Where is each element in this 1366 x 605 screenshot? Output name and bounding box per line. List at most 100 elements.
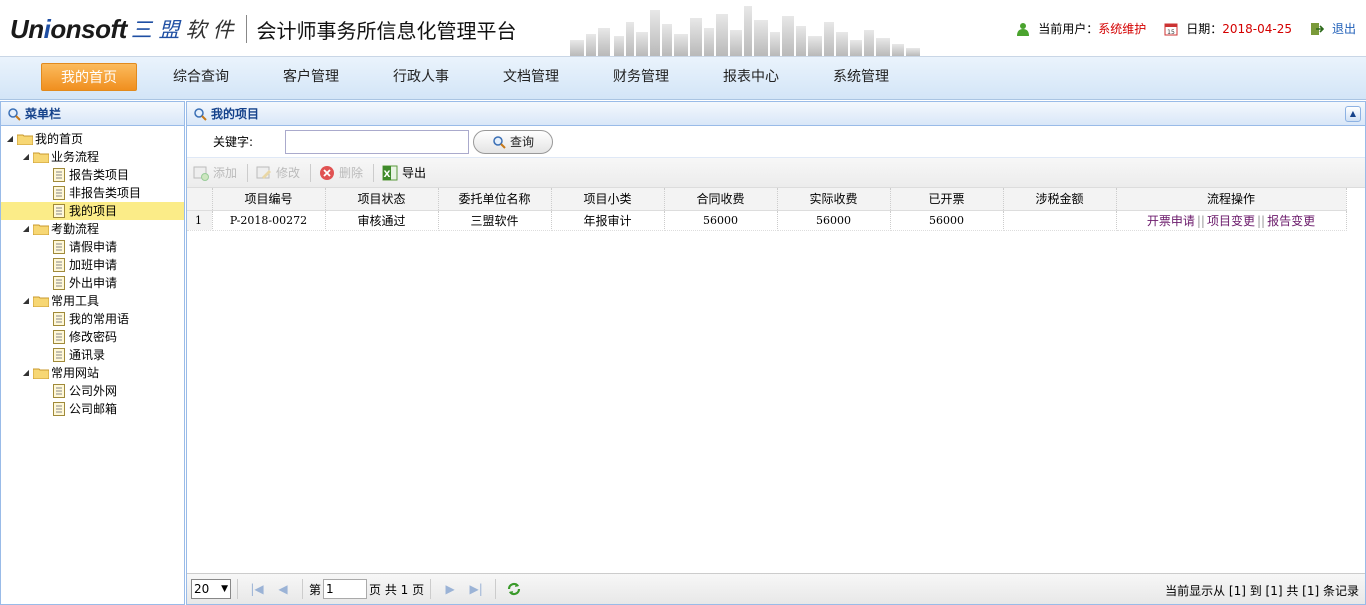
expand-arrow-icon[interactable]: ◢ [21, 364, 31, 382]
refresh-icon[interactable] [506, 581, 522, 597]
pagination-info: 当前显示从 [1] 到 [1] 共 [1] 条记录 [1165, 584, 1359, 598]
keyword-label: 关键字: [213, 135, 254, 149]
pagination-bar: 20 ▼ |◀ ◀ 第 1 页 共 1 页 ▶ ▶| 当前显示从 [1] 到 [1… [187, 573, 1365, 604]
search-bar: 关键字: 查询 [187, 126, 1365, 158]
tree-leaf-outing[interactable]: 外出申请 [1, 274, 184, 292]
next-page-icon[interactable]: ▶ [441, 580, 459, 598]
tree-leaf-phrases[interactable]: 我的常用语 [1, 310, 184, 328]
workflow-ops-cell: 开票申请 || 项目变更 || 报告变更 [1116, 210, 1347, 231]
folder-icon [33, 152, 49, 163]
edit-icon [256, 166, 272, 179]
tree-node-attendance[interactable]: ◢ 考勤流程 [1, 220, 184, 238]
tree-leaf-my-projects[interactable]: 我的项目 [1, 202, 184, 220]
search-icon [194, 107, 207, 121]
delete-button[interactable]: 删除 [319, 164, 363, 181]
actual-fee-cell: 56000 [777, 210, 891, 231]
logo-chinese-software: 软件 [185, 18, 240, 42]
prev-page-icon[interactable]: ◀ [274, 580, 292, 598]
add-button[interactable]: 添加 [193, 164, 237, 181]
add-icon [193, 166, 209, 181]
nav-customers[interactable]: 客户管理 [270, 63, 352, 91]
document-icon [53, 276, 65, 290]
logo-divider [245, 15, 247, 43]
project-status-cell: 审核通过 [325, 210, 439, 231]
grid-toolbar: 添加 修改 删除 X 导出 [187, 158, 1365, 188]
logout-icon[interactable] [1310, 22, 1324, 36]
folder-icon [33, 296, 49, 307]
search-button[interactable]: 查询 [473, 129, 554, 154]
sidebar-title: 菜单栏 [25, 106, 62, 121]
logout-link[interactable]: 退出 [1332, 20, 1356, 37]
table-header-row: 项目编号 项目状态 委托单位名称 项目小类 合同收费 实际收费 已开票 涉税金额… [187, 188, 1347, 211]
document-icon [53, 258, 65, 272]
tree-leaf-company-mail[interactable]: 公司邮箱 [1, 400, 184, 418]
expand-arrow-icon[interactable]: ◢ [5, 130, 15, 148]
tree-leaf-contacts[interactable]: 通讯录 [1, 346, 184, 364]
project-code-cell: P-2018-00272 [212, 210, 326, 231]
column-header[interactable]: 项目编号 [212, 188, 326, 211]
column-header[interactable]: 流程操作 [1116, 188, 1347, 211]
tree-leaf-nonreport-projects[interactable]: 非报告类项目 [1, 184, 184, 202]
logo: Unionsoft 三 盟 软件 会计师事务所信息化管理平台 [10, 12, 517, 46]
sidebar: 菜单栏 ◢ 我的首页 ◢ 业务流程 报告类项目 非报告类项目 我的项目 ◢ 考勤… [0, 101, 185, 605]
invoice-request-link[interactable]: 开票申请 [1147, 214, 1195, 228]
nav-finance[interactable]: 财务管理 [600, 63, 682, 91]
keyword-input[interactable] [285, 129, 470, 154]
tree-node-business[interactable]: ◢ 业务流程 [1, 148, 184, 166]
folder-icon [33, 368, 49, 379]
export-button[interactable]: X 导出 [382, 164, 426, 181]
document-icon [53, 204, 65, 218]
column-header[interactable]: 已开票 [890, 188, 1004, 211]
collapse-button[interactable]: ▲ [1345, 105, 1361, 122]
nav-documents[interactable]: 文档管理 [490, 63, 572, 91]
expand-arrow-icon[interactable]: ◢ [21, 148, 31, 166]
page-size-select[interactable]: 20 ▼ [191, 579, 231, 599]
nav-system[interactable]: 系统管理 [820, 63, 902, 91]
tree-leaf-report-projects[interactable]: 报告类项目 [1, 166, 184, 184]
platform-title: 会计师事务所信息化管理平台 [256, 18, 517, 43]
column-header[interactable]: 涉税金额 [1003, 188, 1117, 211]
document-icon [53, 330, 65, 344]
tree-node-websites[interactable]: ◢ 常用网站 [1, 364, 184, 382]
column-header[interactable]: 委托单位名称 [438, 188, 552, 211]
tree-leaf-overtime[interactable]: 加班申请 [1, 256, 184, 274]
edit-button[interactable]: 修改 [256, 164, 300, 181]
svg-text:15: 15 [1167, 29, 1175, 36]
report-change-link[interactable]: 报告变更 [1267, 214, 1315, 228]
calendar-icon: 15 [1164, 23, 1178, 36]
main-panel-title: 我的项目 [211, 106, 260, 121]
search-icon [493, 135, 506, 149]
nav-hr[interactable]: 行政人事 [380, 63, 462, 91]
excel-icon: X [382, 165, 398, 180]
tax-amount-cell [1003, 210, 1117, 231]
document-icon [53, 402, 65, 416]
sidebar-header: 菜单栏 [1, 102, 184, 126]
last-page-icon[interactable]: ▶| [467, 580, 485, 598]
column-header[interactable]: 合同收费 [664, 188, 778, 211]
column-header[interactable]: 项目状态 [325, 188, 439, 211]
tree-node-tools[interactable]: ◢ 常用工具 [1, 292, 184, 310]
tree-leaf-change-password[interactable]: 修改密码 [1, 328, 184, 346]
document-icon [53, 168, 65, 182]
project-category-cell: 年报审计 [551, 210, 665, 231]
nav-query[interactable]: 综合查询 [160, 63, 242, 91]
expand-arrow-icon[interactable]: ◢ [21, 292, 31, 310]
tree-leaf-leave[interactable]: 请假申请 [1, 238, 184, 256]
nav-reports[interactable]: 报表中心 [710, 63, 792, 91]
document-icon [53, 186, 65, 200]
user-info-bar: 当前用户： 系统维护 15 日期： 2018-04-25 退出 [1016, 20, 1356, 37]
page-number-input[interactable]: 1 [323, 579, 368, 599]
expand-arrow-icon[interactable]: ◢ [21, 220, 31, 238]
column-header[interactable]: 实际收费 [777, 188, 891, 211]
first-page-icon[interactable]: |◀ [248, 580, 266, 598]
tree-node-home[interactable]: ◢ 我的首页 [1, 130, 184, 148]
nav-home[interactable]: 我的首页 [41, 63, 137, 91]
project-change-link[interactable]: 项目变更 [1207, 214, 1255, 228]
table-row[interactable]: 1 P-2018-00272 审核通过 三盟软件 年报审计 56000 5600… [187, 210, 1347, 231]
row-number-header [187, 188, 213, 211]
tree-leaf-company-site[interactable]: 公司外网 [1, 382, 184, 400]
column-header[interactable]: 项目小类 [551, 188, 665, 211]
delete-icon [320, 165, 335, 180]
client-name-cell: 三盟软件 [438, 210, 552, 231]
logo-chinese-brand: 三 盟 [130, 18, 180, 42]
